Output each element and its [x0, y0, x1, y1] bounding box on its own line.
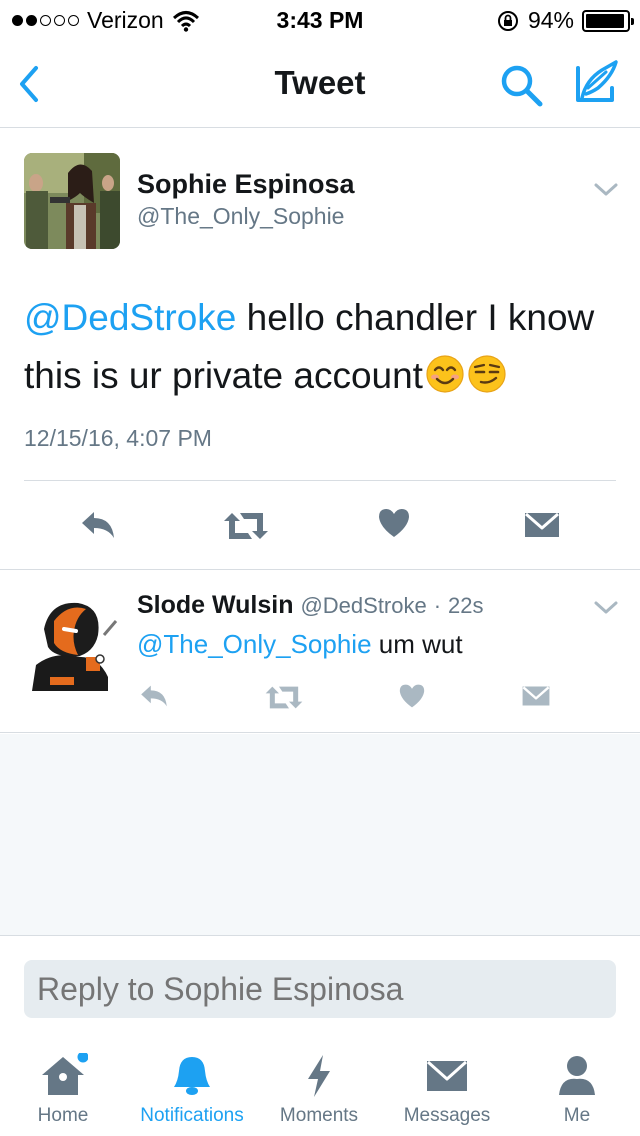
battery-icon — [582, 9, 634, 32]
reply-input[interactable] — [24, 960, 616, 1018]
page-title: Tweet — [274, 64, 366, 101]
profile-photo — [24, 153, 120, 249]
home-icon — [42, 1053, 88, 1095]
retweet-icon[interactable] — [264, 685, 304, 710]
reply-composer — [0, 937, 640, 1037]
envelope-icon — [426, 1060, 468, 1091]
tab-label: Messages — [403, 1105, 491, 1126]
tab-label: Moments — [279, 1105, 359, 1126]
reply-text: @The_Only_Sophie um wut — [137, 629, 463, 660]
tweet-mention-link[interactable]: @DedStroke — [24, 297, 236, 338]
nav-bar: Tweet — [0, 40, 640, 128]
status-right: 94% — [496, 7, 634, 34]
empty-area — [0, 734, 640, 936]
tab-me[interactable]: Me — [514, 1037, 640, 1136]
chevron-down-icon[interactable] — [593, 599, 619, 617]
back-chevron-icon[interactable] — [14, 62, 44, 106]
tab-bar: Home Notifications Moments Messages Me — [0, 1037, 640, 1136]
chevron-down-icon[interactable] — [593, 181, 619, 199]
notification-dot — [77, 1053, 88, 1063]
avatar[interactable] — [24, 153, 120, 249]
battery-percent: 94% — [527, 7, 574, 33]
bell-icon — [174, 1057, 210, 1095]
direct-message-icon[interactable] — [521, 683, 551, 709]
tab-notifications[interactable]: Notifications — [126, 1037, 258, 1136]
battery-fill — [586, 13, 624, 28]
smiling-face-icon — [426, 355, 464, 393]
reply-author-handle[interactable]: @DedStroke — [300, 593, 426, 618]
avatar[interactable] — [24, 595, 120, 691]
author-handle[interactable]: @The_Only_Sophie — [137, 203, 344, 230]
tweet-timestamp[interactable]: 12/15/16, 4:07 PM — [24, 425, 212, 452]
compose-icon[interactable] — [572, 58, 620, 106]
tab-label: Home — [37, 1105, 89, 1126]
person-icon — [559, 1056, 595, 1095]
reply-icon[interactable] — [78, 509, 118, 541]
tab-label: Me — [563, 1105, 591, 1126]
smirking-face-icon — [468, 355, 506, 393]
time-separator: · — [433, 593, 442, 618]
lightning-icon — [308, 1055, 330, 1097]
reply-header: Slode Wulsin @DedStroke · 22s — [137, 591, 483, 620]
reply-icon[interactable] — [138, 683, 170, 709]
profile-photo — [24, 595, 120, 691]
retweet-icon[interactable] — [222, 511, 270, 541]
tab-label: Notifications — [140, 1105, 244, 1126]
tab-home[interactable]: Home — [0, 1037, 126, 1136]
reply-age: 22s — [447, 593, 484, 618]
tweet-actions — [0, 481, 640, 570]
like-icon[interactable] — [377, 507, 411, 539]
reply-mention-link[interactable]: @The_Only_Sophie — [137, 629, 372, 659]
tweet-text: @DedStroke hello chandler I know this is… — [24, 289, 624, 405]
reply-author-name[interactable]: Slode Wulsin — [137, 591, 294, 619]
status-bar: Verizon 3:43 PM 94% — [0, 0, 640, 40]
tab-moments[interactable]: Moments — [258, 1037, 380, 1136]
main-tweet: Sophie Espinosa @The_Only_Sophie @DedStr… — [0, 129, 640, 570]
reply-tweet[interactable]: Slode Wulsin @DedStroke · 22s @The_Only_… — [0, 571, 640, 733]
like-icon[interactable] — [398, 683, 426, 709]
direct-message-icon[interactable] — [523, 509, 561, 541]
search-icon[interactable] — [498, 62, 544, 108]
reply-body: um wut — [371, 629, 463, 659]
rotation-lock-icon — [497, 10, 518, 31]
tab-messages[interactable]: Messages — [380, 1037, 514, 1136]
author-name[interactable]: Sophie Espinosa — [137, 169, 355, 200]
